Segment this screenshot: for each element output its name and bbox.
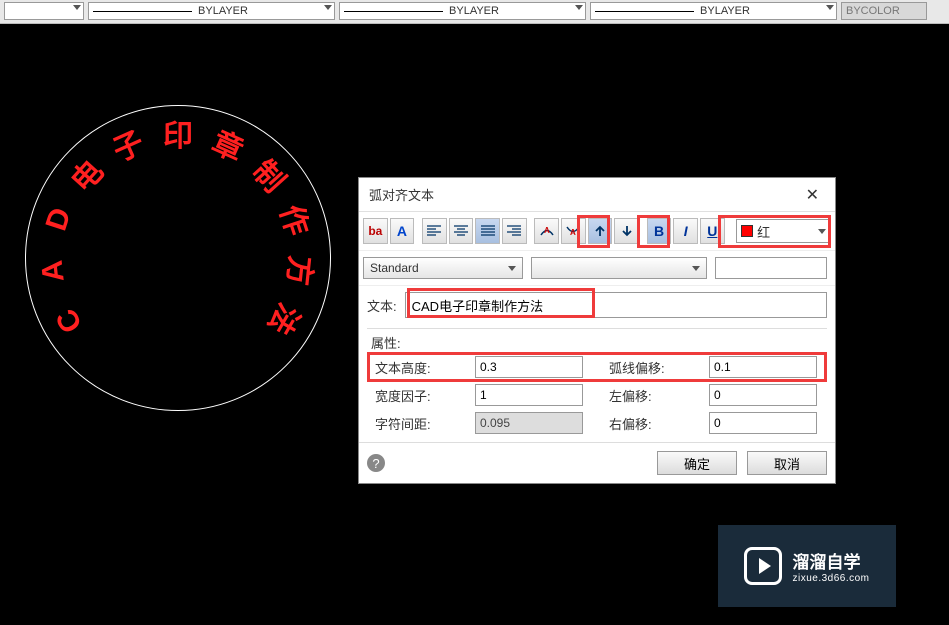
combo2-label: BYLAYER: [198, 5, 248, 17]
arc-char: 印: [163, 111, 193, 155]
char-spacing-label: 字符间距:: [375, 414, 449, 433]
text-style-combo[interactable]: Standard: [363, 257, 523, 279]
color-label: 红: [757, 222, 770, 241]
layer-combo-2[interactable]: BYLAYER: [88, 2, 335, 20]
tertiary-input[interactable]: [715, 257, 827, 279]
arc-text-dialog: 弧对齐文本 ✕ ba A A A B I U 红: [358, 177, 836, 484]
right-offset-label: 右偏移:: [609, 414, 683, 433]
top-toolbar: BYLAYER BYLAYER BYLAYER BYCOLOR: [0, 0, 949, 24]
secondary-combo[interactable]: [531, 257, 707, 279]
properties-label: 属性:: [367, 333, 827, 352]
watermark-line1: 溜溜自学: [792, 548, 869, 573]
arc-char: 制: [245, 148, 298, 200]
text-label: 文本:: [367, 296, 397, 315]
layer-combo-4[interactable]: BYLAYER: [590, 2, 837, 20]
direction-down-button[interactable]: [614, 218, 639, 244]
arc-char: C: [50, 303, 90, 339]
char-spacing-input: [475, 412, 583, 434]
combo4-label: BYLAYER: [700, 5, 750, 17]
style-combo-row: Standard: [359, 251, 835, 286]
arc-char: D: [40, 204, 79, 235]
arc-char: 方: [279, 254, 326, 288]
layer-combo-1[interactable]: [4, 2, 84, 20]
arc-inward-button[interactable]: A: [561, 218, 586, 244]
italic-button[interactable]: I: [673, 218, 698, 244]
ok-button[interactable]: 确定: [657, 451, 737, 475]
bold-button[interactable]: B: [647, 218, 672, 244]
direction-up-button[interactable]: [588, 218, 613, 244]
left-offset-input[interactable]: [709, 384, 817, 406]
watermark: 溜溜自学 zixue.3d66.com: [718, 525, 896, 607]
help-button[interactable]: ?: [367, 454, 385, 472]
style-value: Standard: [370, 261, 419, 275]
svg-text:A: A: [544, 226, 550, 235]
dialog-button-row: ? 确定 取消: [359, 442, 835, 483]
arc-char: 子: [105, 118, 150, 170]
combo3-label: BYLAYER: [449, 5, 499, 17]
left-offset-label: 左偏移:: [609, 386, 683, 405]
align-justify-button[interactable]: [475, 218, 500, 244]
layer-combo-3[interactable]: BYLAYER: [339, 2, 586, 20]
width-factor-input[interactable]: [475, 384, 583, 406]
text-tool-row: ba A A A B I U 红: [359, 212, 835, 251]
align-center-button[interactable]: [449, 218, 474, 244]
dialog-titlebar[interactable]: 弧对齐文本 ✕: [359, 178, 835, 212]
right-offset-input[interactable]: [709, 412, 817, 434]
combo5-label: BYCOLOR: [846, 5, 900, 17]
dialog-title: 弧对齐文本: [369, 185, 800, 204]
arc-char: 章: [206, 118, 251, 170]
watermark-logo-icon: [744, 547, 782, 585]
arc-offset-input[interactable]: [709, 356, 817, 378]
tool-font-a-button[interactable]: A: [390, 218, 415, 244]
properties-group: 属性: 文本高度: 弧线偏移: 宽度因子: 左偏移: 字符间距: 右偏移:: [367, 328, 827, 434]
dialog-close-button[interactable]: ✕: [800, 183, 825, 207]
width-factor-label: 宽度因子:: [375, 386, 449, 405]
layer-combo-5[interactable]: BYCOLOR: [841, 2, 927, 20]
text-height-label: 文本高度:: [375, 358, 449, 377]
underline-button[interactable]: U: [700, 218, 725, 244]
arc-outward-button[interactable]: A: [534, 218, 559, 244]
text-input-row: 文本:: [359, 286, 835, 324]
arc-char: 法: [260, 297, 313, 345]
cancel-button[interactable]: 取消: [747, 451, 827, 475]
svg-text:A: A: [570, 228, 576, 237]
text-height-input[interactable]: [475, 356, 583, 378]
arc-text-input[interactable]: [405, 292, 827, 318]
align-right-button[interactable]: [502, 218, 527, 244]
align-left-button[interactable]: [422, 218, 447, 244]
arc-offset-label: 弧线偏移:: [609, 358, 683, 377]
arc-char: 电: [59, 148, 112, 200]
watermark-line2: zixue.3d66.com: [792, 573, 869, 584]
tool-ba-button[interactable]: ba: [363, 218, 388, 244]
arc-char: A: [36, 259, 72, 284]
arc-char: 作: [271, 198, 322, 240]
text-color-combo[interactable]: 红: [736, 219, 831, 243]
stamp-arc-text: CAD电子印章制作方法: [25, 105, 331, 411]
color-swatch-icon: [741, 225, 753, 237]
drawing-canvas[interactable]: CAD电子印章制作方法 弧对齐文本 ✕ ba A A A B I U: [0, 24, 949, 625]
